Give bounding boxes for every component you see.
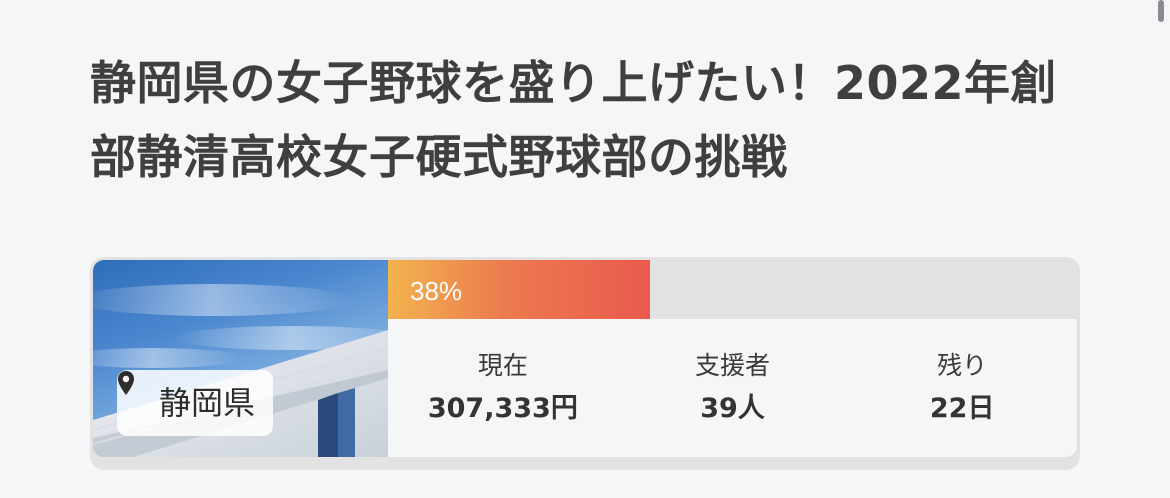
- stat-label: 残り: [937, 351, 988, 380]
- stat-value: 22日: [929, 393, 995, 424]
- map-pin-icon: [118, 371, 151, 416]
- stat-value: 307,333円: [427, 393, 578, 424]
- stat-label: 支援者: [695, 351, 771, 380]
- progress-percent: 38%: [410, 276, 463, 306]
- project-card[interactable]: 静岡県 38% 現在 307,333円 支援者 39人 残り 22日: [90, 257, 1080, 470]
- stat-label: 現在: [477, 351, 528, 380]
- stat-remaining-days: 残り 22日: [847, 319, 1077, 457]
- project-thumbnail[interactable]: 静岡県: [93, 260, 388, 457]
- project-title: 静岡県の女子野球を盛り上げたい！2022年創部静清高校女子硬式野球部の挑戦: [90, 56, 1058, 184]
- stat-supporters: 支援者 39人: [618, 319, 848, 457]
- stat-current-amount: 現在 307,333円: [388, 319, 618, 457]
- funding-info: 38% 現在 307,333円 支援者 39人 残り 22日: [388, 260, 1077, 457]
- progress-bar: 38%: [388, 260, 1077, 319]
- project-page: 静岡県の女子野球を盛り上げたい！2022年創部静清高校女子硬式野球部の挑戦 静岡…: [0, 0, 1170, 498]
- stat-value: 39人: [700, 393, 765, 424]
- location-badge: 静岡県: [117, 370, 274, 436]
- stats-row: 現在 307,333円 支援者 39人 残り 22日: [388, 319, 1077, 457]
- scroll-indicator[interactable]: [1158, 0, 1164, 22]
- location-label: 静岡県: [159, 384, 256, 422]
